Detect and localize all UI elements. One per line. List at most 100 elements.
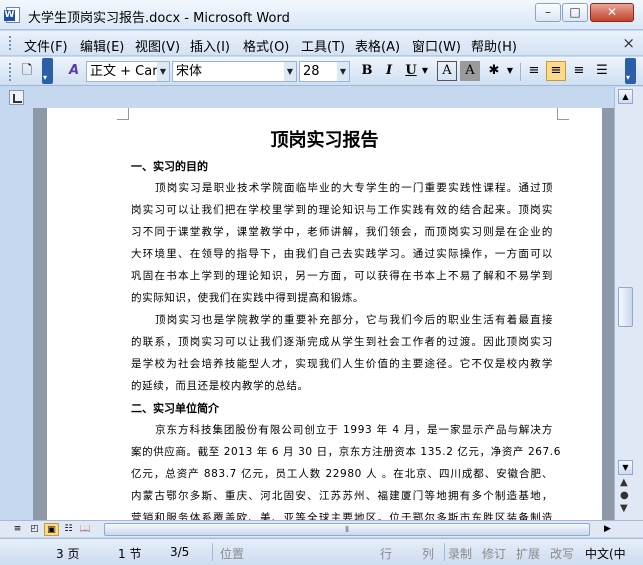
character-shading-button[interactable]: A [460,61,480,81]
reading-layout-view-icon[interactable]: 📖 [78,523,93,536]
chevron-down-icon[interactable]: ▼ [284,62,296,81]
justify-icon[interactable]: ☰ [592,61,612,81]
status-position: 位置 [220,547,245,561]
paragraph-line: 顶岗实习是职业技术学院面临毕业的大专学生的一门重要实践性课程。通过顶 [155,182,553,194]
status-column: 列 [422,547,435,561]
font-size-value: 28 [303,64,320,79]
page-margin-right [602,108,614,520]
status-divider [212,543,213,561]
chevron-down-icon[interactable]: ▼ [337,62,349,81]
section-heading: 二、实习单位简介 [131,402,219,415]
font-combo[interactable]: 宋体 ▼ [172,61,297,82]
chevron-down-icon[interactable]: ▼ [419,61,431,81]
window-title: 大学生顶岗实习报告.docx - Microsoft Word [28,11,290,26]
paragraph-line: 习不同于课堂教学，课堂教学中，老师讲解，我们领会，而顶岗实习则是在企业的 [131,226,553,238]
menu-bar: 文件(F) 编辑(E) 视图(V) 插入(I) 格式(O) 工具(T) 表格(A… [0,31,643,56]
web-layout-view-icon[interactable]: ◰ [27,523,42,536]
status-page: 3 页 [56,547,80,561]
status-line: 行 [380,547,393,561]
new-document-icon[interactable]: 🗋 [17,61,37,81]
toolbar-options-icon[interactable]: ▾ [42,58,53,84]
menu-insert[interactable]: 插入(I) [190,36,230,55]
document-area: 顶岗实习报告 一、实习的目的 顶岗实习是职业技术学院面临毕业的大专学生的一门重要… [0,108,614,520]
menu-help[interactable]: 帮助(H) [471,36,517,55]
style-combo[interactable]: 正文 + Car ▼ [86,61,170,82]
normal-view-icon[interactable]: ≡ [10,523,25,536]
status-language: 中文(中 [585,547,626,561]
toolbar-options-icon[interactable]: ▾ [625,58,636,84]
align-left-icon[interactable]: ≡ [524,61,544,81]
toolbar-separator [520,63,521,81]
paragraph-line: 岗实习可以让我们把在学校里学到的理论知识与工作实践有效的结合起来。顶岗实 [131,204,553,216]
paragraph-line: 大环境里、在领导的指导下，由我们自己去实践学习。通过实际操作，一方面可以 [131,248,553,260]
font-value: 宋体 [176,64,203,79]
paragraph-line: 的实际知识，使我们在实践中得到提高和锻炼。 [131,292,365,304]
outline-view-icon[interactable]: ☷ [61,523,76,536]
font-size-combo[interactable]: 28 ▼ [299,61,350,82]
scroll-right-icon[interactable]: ▶ [600,523,615,536]
status-section: 1 节 [118,547,142,561]
paragraph-line: 的联系，顶岗实习可以让我们逐渐完成从学生到社会工作者的过渡。因此顶岗实习 [131,336,553,348]
paragraph-line: 是学校为社会培养技能型人才，实现我们人生价值的主要途径。它不仅是校内教学 [131,358,553,370]
paragraph-line: 营销和服务体系覆盖欧、美、亚等全球主要地区。位于鄂尔多斯市东胜区装备制造 [131,512,553,520]
scroll-down-icon[interactable]: ▼ [618,460,633,475]
horizontal-bar: ≡ ◰ ▣ ☷ 📖 ⦀ ◀ ▶ [0,520,643,537]
center-icon[interactable]: ≡ [546,61,566,81]
menubar-grip[interactable] [9,36,13,51]
status-record[interactable]: 录制 [448,545,472,562]
horizontal-scroll-thumb[interactable]: ⦀ [104,523,590,536]
menu-edit[interactable]: 编辑(E) [80,36,124,55]
underline-button[interactable]: U [401,61,421,81]
formatting-toolbar: 🗋 ▾ A 正文 + Car ▼ 宋体 ▼ 28 ▼ B I U ▼ A A ✱… [0,57,643,86]
page-margin-left [33,108,47,520]
paragraph-line: 案的供应商。截至 2013 年 6 月 30 日，京东方注册资本 135.2 亿… [131,446,562,458]
word-doc-icon [4,7,20,23]
ruler-row [0,87,643,108]
menu-tools[interactable]: 工具(T) [301,36,345,55]
paragraph-line: 内蒙古鄂尔多斯、重庆、河北固安、江苏苏州、福建厦门等地拥有多个制造基地， [131,490,553,502]
maximize-button[interactable]: □ [562,3,588,22]
bold-button[interactable]: B [357,61,377,81]
browse-object-icon[interactable]: ● [620,490,629,501]
document-title: 顶岗实习报告 [270,130,379,151]
document-page[interactable]: 顶岗实习报告 一、实习的目的 顶岗实习是职业技术学院面临毕业的大专学生的一门重要… [47,108,602,520]
paragraph-line: 亿元，总资产 883.7 亿元，员工人数 22980 人 。在北京、四川成都、安… [131,468,553,480]
vertical-scroll-thumb[interactable] [618,287,633,327]
styles-pane-icon[interactable]: A [64,61,84,81]
status-extend[interactable]: 扩展 [516,545,540,562]
crop-mark [557,108,569,120]
scroll-up-icon[interactable]: ▲ [618,89,633,104]
close-button[interactable]: ✕ [590,3,634,22]
minimize-button[interactable]: – [535,3,561,22]
menu-table[interactable]: 表格(A) [355,36,400,55]
toolbar-grip[interactable] [9,63,13,81]
status-revision[interactable]: 修订 [482,545,506,562]
tab-selector-icon[interactable] [9,90,24,105]
next-page-icon[interactable]: ▼ [620,503,628,514]
paragraph-line: 京东方科技集团股份有限公司创立于 1993 年 4 月，是一家显示产品与解决方 [155,424,553,436]
status-divider [444,543,445,561]
style-value: 正文 + Car [90,64,158,79]
crop-mark [117,108,129,120]
close-document-icon[interactable]: × [622,34,635,52]
status-page-of: 3/5 [170,545,190,559]
menu-window[interactable]: 窗口(W) [412,36,461,55]
previous-page-icon[interactable]: ▲ [620,477,628,488]
paragraph-line: 的延续，而且还是校内教学的总结。 [131,380,309,392]
print-layout-view-icon[interactable]: ▣ [44,523,59,536]
menu-format[interactable]: 格式(O) [243,36,289,55]
align-right-icon[interactable]: ≡ [569,61,589,81]
chevron-down-icon[interactable]: ▼ [504,61,516,81]
paragraph-line: 顶岗实习也是学院教学的重要补充部分，它与我们今后的职业生活有着最直接 [155,314,553,326]
character-border-button[interactable]: A [437,61,457,81]
highlight-icon[interactable]: ✱ [484,61,504,81]
horizontal-scrollbar[interactable]: ⦀ [100,523,598,536]
title-bar: 大学生顶岗实习报告.docx - Microsoft Word – □ ✕ [0,0,643,30]
italic-button[interactable]: I [379,61,399,81]
menu-file[interactable]: 文件(F) [24,36,68,55]
menu-view[interactable]: 视图(V) [135,36,180,55]
status-overtype[interactable]: 改写 [550,545,574,562]
paragraph-line: 巩固在书本上学到的理论知识，另一方面，可以获得在书本上不易了解和不易学到 [131,270,553,282]
vertical-scrollbar[interactable]: ▲ ▼ ▲ ● ▼ [614,87,643,520]
chevron-down-icon[interactable]: ▼ [157,62,169,81]
